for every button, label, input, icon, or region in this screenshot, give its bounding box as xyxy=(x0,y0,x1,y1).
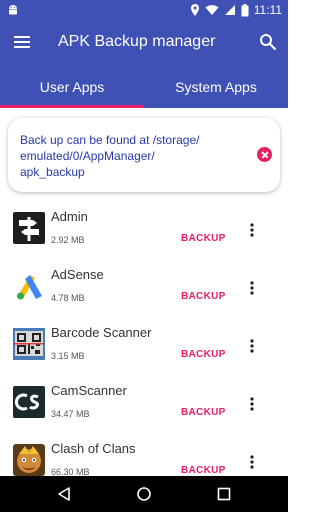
home-icon[interactable] xyxy=(136,486,152,502)
more-options-icon[interactable] xyxy=(244,454,260,470)
backup-location-banner: Back up can be found at /storage/ emulat… xyxy=(8,118,280,192)
clash-of-clans-icon xyxy=(13,444,45,476)
navigation-bar xyxy=(0,476,288,512)
barcode-scanner-icon xyxy=(13,328,45,360)
list-item[interactable]: Admin 2.92 MB BACKUP xyxy=(0,200,288,258)
tab-bar: User Apps System Apps xyxy=(0,64,288,108)
app-size: 66.30 MB xyxy=(51,467,90,476)
tab-system-apps[interactable]: System Apps xyxy=(144,64,288,108)
list-item[interactable]: Clash of Clans 66.30 MB BACKUP xyxy=(0,432,288,476)
back-icon[interactable] xyxy=(56,486,72,502)
backup-button[interactable]: BACKUP xyxy=(181,349,226,360)
list-item[interactable]: CamScanner 34.47 MB BACKUP xyxy=(0,374,288,432)
banner-line-2: emulated/0/AppManager/ xyxy=(20,149,155,163)
location-icon xyxy=(190,4,199,16)
app-name: Admin xyxy=(51,209,88,224)
app-size: 3.15 MB xyxy=(51,351,85,361)
app-size: 4.78 MB xyxy=(51,293,85,303)
app-size: 34.47 MB xyxy=(51,409,90,419)
app-name: CamScanner xyxy=(51,383,127,398)
app-name: Barcode Scanner xyxy=(51,325,152,340)
camscanner-icon xyxy=(13,386,45,418)
status-time: 11:11 xyxy=(253,3,282,17)
app-size: 2.92 MB xyxy=(51,235,85,245)
more-options-icon[interactable] xyxy=(244,280,260,296)
app-name: Clash of Clans xyxy=(51,441,136,456)
backup-button[interactable]: BACKUP xyxy=(181,407,226,418)
hamburger-menu-icon[interactable] xyxy=(12,33,32,51)
banner-message: Back up can be found at /storage/ emulat… xyxy=(20,132,230,180)
more-options-icon[interactable] xyxy=(244,222,260,238)
banner-line-3: apk_backup xyxy=(20,165,85,179)
battery-icon xyxy=(241,3,249,16)
android-icon xyxy=(9,5,17,15)
tab-user-apps[interactable]: User Apps xyxy=(0,64,144,108)
backup-button[interactable]: BACKUP xyxy=(181,233,226,244)
status-bar: 11:11 xyxy=(0,0,288,20)
search-icon[interactable] xyxy=(258,32,278,52)
list-item[interactable]: AdSense 4.78 MB BACKUP xyxy=(0,258,288,316)
wifi-icon xyxy=(205,5,219,15)
more-options-icon[interactable] xyxy=(244,338,260,354)
backup-button[interactable]: BACKUP xyxy=(181,465,226,476)
close-icon[interactable] xyxy=(257,147,272,162)
more-options-icon[interactable] xyxy=(244,396,260,412)
recent-apps-icon[interactable] xyxy=(216,486,232,502)
list-item[interactable]: Barcode Scanner 3.15 MB BACKUP xyxy=(0,316,288,374)
backup-button[interactable]: BACKUP xyxy=(181,291,226,302)
admin-signpost-icon xyxy=(13,212,45,244)
adsense-icon xyxy=(17,275,42,300)
page-title: APK Backup manager xyxy=(58,33,216,50)
banner-line-1: Back up can be found at /storage/ xyxy=(20,133,200,147)
signal-icon xyxy=(224,5,235,15)
app-name: AdSense xyxy=(51,267,104,282)
app-bar: APK Backup manager xyxy=(0,20,288,64)
app-list: Admin 2.92 MB BACKUP AdSense 4.78 MB BAC… xyxy=(0,200,288,476)
